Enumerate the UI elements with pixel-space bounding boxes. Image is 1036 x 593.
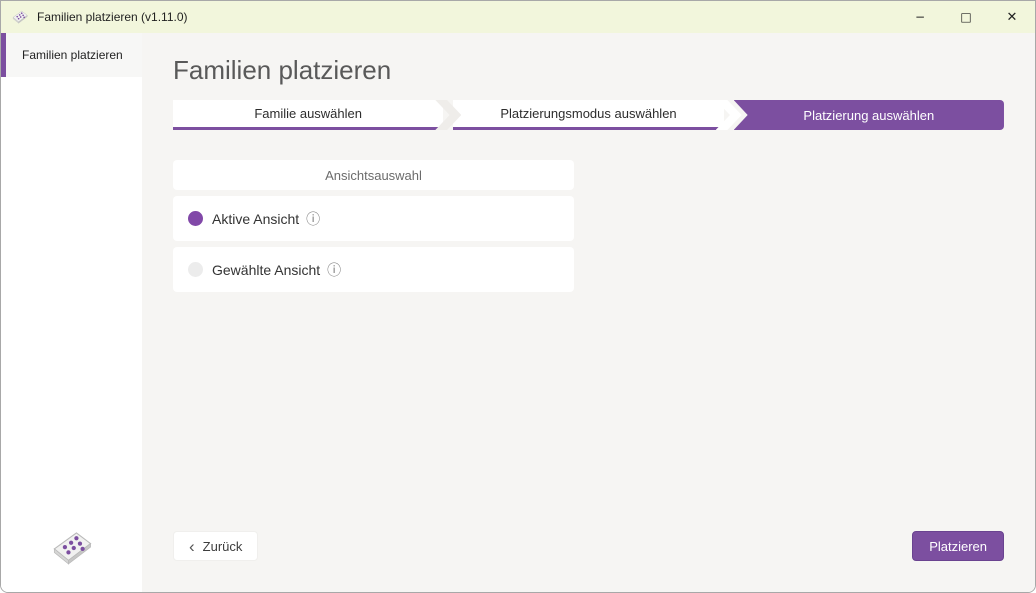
- view-selection-header: Ansichtsauswahl: [173, 160, 574, 190]
- radio-unselected-icon[interactable]: [188, 262, 203, 277]
- page-title: Familien platzieren: [173, 55, 1004, 86]
- chevron-left-icon: ‹: [189, 538, 195, 555]
- maximize-button[interactable]: □: [943, 1, 989, 33]
- sidebar: Familien platzieren: [1, 33, 142, 592]
- footer-actions: ‹ Zurück Platzieren: [173, 531, 1004, 561]
- window-title: Familien platzieren (v1.11.0): [37, 10, 188, 24]
- radio-selected-icon[interactable]: [188, 211, 203, 226]
- wizard-step-platzierung-auswaehlen[interactable]: Platzierung auswählen: [734, 100, 1004, 130]
- back-button-label: Zurück: [203, 539, 243, 554]
- wizard-step-platzierungsmodus-auswaehlen[interactable]: Platzierungsmodus auswählen: [453, 100, 723, 130]
- main-content: Familien platzieren Familie auswählen Pl…: [142, 33, 1035, 592]
- option-aktive-ansicht[interactable]: Aktive Ansicht ⓘ: [173, 196, 574, 241]
- wizard-step-label: Familie auswählen: [254, 106, 362, 121]
- chevron-right-icon: [716, 100, 742, 130]
- view-selection-title: Ansichtsauswahl: [325, 168, 422, 183]
- info-icon[interactable]: ⓘ: [327, 263, 341, 277]
- platzieren-button[interactable]: Platzieren: [912, 531, 1004, 561]
- window-controls: − □ ✕: [897, 1, 1035, 33]
- title-bar: Familien platzieren (v1.11.0) − □ ✕: [1, 1, 1035, 33]
- wizard-step-label: Platzierung auswählen: [803, 108, 934, 123]
- option-gewaehlte-ansicht[interactable]: Gewählte Ansicht ⓘ: [173, 247, 574, 292]
- option-label: Gewählte Ansicht: [212, 262, 320, 278]
- step-separator: [435, 100, 461, 130]
- chevron-right-icon: [435, 100, 461, 130]
- wizard-step-label: Platzierungsmodus auswählen: [500, 106, 676, 121]
- minimize-button[interactable]: −: [897, 1, 943, 33]
- app-window: Familien platzieren (v1.11.0) − □ ✕ Fami…: [0, 0, 1036, 593]
- close-button[interactable]: ✕: [989, 1, 1035, 33]
- tile-logo-icon: [49, 528, 95, 568]
- back-button[interactable]: ‹ Zurück: [173, 531, 258, 561]
- wizard-steps: Familie auswählen Platzierungsmodus ausw…: [173, 100, 1004, 130]
- info-icon[interactable]: ⓘ: [306, 212, 320, 226]
- wizard-step-familie-auswaehlen[interactable]: Familie auswählen: [173, 100, 443, 130]
- app-icon: [11, 9, 29, 25]
- step-separator: [716, 100, 742, 130]
- option-label: Aktive Ansicht: [212, 211, 299, 227]
- sidebar-item-familien-platzieren[interactable]: Familien platzieren: [1, 33, 142, 77]
- view-selection-section: Ansichtsauswahl Aktive Ansicht ⓘ Gewählt…: [173, 160, 574, 292]
- platzieren-button-label: Platzieren: [929, 539, 987, 554]
- sidebar-item-label: Familien platzieren: [22, 48, 123, 62]
